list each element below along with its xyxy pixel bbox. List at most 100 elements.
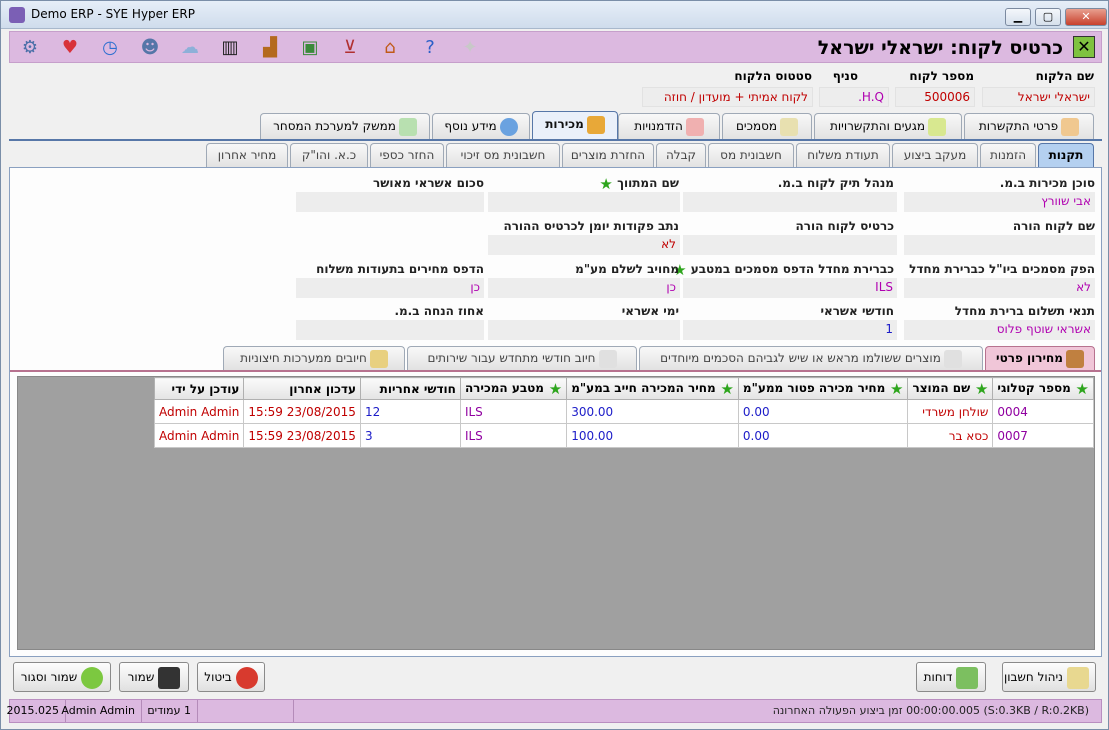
gear-icon[interactable]: ⚙ bbox=[18, 36, 42, 60]
arrows-icon bbox=[927, 117, 946, 136]
col-price-taxed[interactable]: ★ מחיר המכירה חייב במע"מ bbox=[566, 377, 739, 400]
customer-number-field[interactable]: 500006 bbox=[895, 87, 975, 107]
page-title: כרטיס לקוח: ישראלי ישראל bbox=[817, 37, 1063, 59]
cell-last-update[interactable]: 23/08/2015 15:59 bbox=[243, 423, 361, 448]
col-price-exempt[interactable]: ★ מחיר מכירה פטור ממע"מ bbox=[737, 377, 909, 400]
parent-card-field[interactable] bbox=[683, 235, 897, 255]
customer-name-field[interactable]: ישראלי ישראל bbox=[982, 87, 1095, 107]
cancel-button[interactable]: ביטול bbox=[197, 662, 265, 692]
default-currency-field[interactable]: ILS bbox=[683, 278, 897, 298]
basket-icon[interactable]: ⊻ bbox=[338, 36, 362, 60]
innertab-prepaid-products[interactable]: מוצרים ששולמו מראש או שיש לגביהם הסכמים … bbox=[639, 346, 983, 370]
subtab-delivery-note[interactable]: תעודת משלוח bbox=[796, 143, 890, 167]
status-field[interactable]: לקוח אמיתי + מועדון / חוזה bbox=[642, 87, 813, 107]
subtab-credit-cards[interactable]: כ.א. והו"ק bbox=[290, 143, 368, 167]
credit-amount-field[interactable] bbox=[296, 192, 484, 212]
subtab-credit-invoice[interactable]: חשבונית מס זיכוי bbox=[446, 143, 560, 167]
cell-price-exempt[interactable]: 0.00 bbox=[737, 423, 909, 448]
cell-warranty[interactable]: 12 bbox=[359, 399, 461, 424]
innertab-external-charges[interactable]: חיובים ממערכות חיצוניות bbox=[223, 346, 405, 370]
clock-icon[interactable]: ◷ bbox=[98, 36, 122, 60]
col-product-name[interactable]: ★ שם המוצר bbox=[907, 377, 994, 400]
gear-document-icon bbox=[598, 349, 617, 368]
tab-contact-details[interactable]: פרטי התקשרות bbox=[964, 113, 1094, 139]
status-pages: 1 עמודים bbox=[142, 700, 198, 722]
bulb-icon[interactable]: ✦ bbox=[458, 36, 482, 60]
user-icon[interactable]: ☻ bbox=[138, 36, 162, 60]
cell-warranty[interactable]: 3 bbox=[359, 423, 461, 448]
payment-terms-field[interactable]: אשראי שוטף פלוס bbox=[904, 320, 1095, 340]
subtab-orders[interactable]: הזמנות bbox=[980, 143, 1036, 167]
branch-field[interactable]: H.Q. bbox=[819, 87, 889, 107]
tab-opportunities[interactable]: הזדמנויות bbox=[618, 113, 720, 139]
print-prices-field[interactable]: כן bbox=[296, 278, 484, 298]
tab-label: מחירון פרטי bbox=[996, 351, 1063, 365]
subtab-refund[interactable]: החזר כספי bbox=[370, 143, 444, 167]
cell-currency[interactable]: ILS bbox=[459, 399, 568, 424]
button-label: דוחות bbox=[923, 670, 953, 684]
innertab-monthly-charge[interactable]: חיוב חודשי מתחדש עבור שירותים bbox=[407, 346, 637, 370]
subtab-regulations[interactable]: תקנות bbox=[1038, 143, 1094, 167]
col-currency[interactable]: ★ מטבע המכירה bbox=[459, 377, 568, 400]
tag-icon bbox=[685, 117, 704, 136]
sales-agent-field[interactable]: אבי שוורץ bbox=[904, 192, 1095, 212]
credit-days-field[interactable] bbox=[488, 320, 680, 340]
tab-documents[interactable]: מסמכים bbox=[722, 113, 812, 139]
subtab-tax-invoice[interactable]: חשבונית מס bbox=[708, 143, 794, 167]
account-manager-field[interactable] bbox=[683, 192, 897, 212]
cell-price-exempt[interactable]: 0.00 bbox=[737, 399, 909, 424]
tab-more-info[interactable]: מידע נוסף bbox=[432, 113, 530, 139]
money-icon[interactable]: ▣ bbox=[298, 36, 322, 60]
cell-updated-by[interactable]: Admin Admin bbox=[154, 399, 245, 424]
table-row[interactable]: 0007 כסא בר 0.00 100.00 ILS 3 23/08/2015… bbox=[154, 423, 1094, 448]
save-close-button[interactable]: שמור וסגור bbox=[13, 662, 111, 692]
subtab-product-returns[interactable]: החזרת מוצרים bbox=[562, 143, 654, 167]
factory-icon[interactable]: ▟ bbox=[258, 36, 282, 60]
maximize-button[interactable]: ▢ bbox=[1035, 8, 1061, 26]
cell-catalog[interactable]: 0004 bbox=[992, 399, 1094, 424]
required-star-icon: ★ bbox=[1075, 379, 1089, 398]
close-card-button[interactable]: ✕ bbox=[1073, 36, 1095, 58]
col-catalog-number[interactable]: ★ מספר קטלוגי bbox=[992, 377, 1094, 400]
innertab-private-pricelist[interactable]: מחירון פרטי bbox=[985, 346, 1095, 370]
tab-contacts-relations[interactable]: מגעים והתקשרויות bbox=[814, 113, 962, 139]
cloud-icon[interactable]: ☁ bbox=[178, 36, 202, 60]
parent-name-field[interactable] bbox=[904, 235, 1095, 255]
help-icon[interactable]: ? bbox=[418, 36, 442, 60]
heart-icon[interactable]: ♥ bbox=[58, 36, 82, 60]
tab-trade-interface[interactable]: ממשק למערכת המסחר bbox=[260, 113, 430, 139]
chart-icon bbox=[398, 117, 417, 136]
subtab-tracking[interactable]: מעקב ביצוע bbox=[892, 143, 978, 167]
cell-product[interactable]: כסא בר bbox=[907, 423, 994, 448]
minimize-button[interactable]: ▁ bbox=[1005, 8, 1031, 26]
col-last-update[interactable]: עדכון אחרון bbox=[243, 377, 361, 400]
reports-button[interactable]: דוחות bbox=[916, 662, 986, 692]
cell-updated-by[interactable]: Admin Admin bbox=[154, 423, 245, 448]
tab-sales[interactable]: מכירות bbox=[532, 111, 618, 139]
cell-currency[interactable]: ILS bbox=[459, 423, 568, 448]
save-button[interactable]: שמור bbox=[119, 662, 189, 692]
home-icon[interactable]: ⌂ bbox=[378, 36, 402, 60]
journal-field[interactable]: לא bbox=[488, 235, 680, 255]
status-empty bbox=[198, 700, 294, 722]
account-management-button[interactable]: ניהול חשבון bbox=[1002, 662, 1096, 692]
col-label: מטבע המכירה bbox=[464, 381, 544, 396]
export-docs-field[interactable]: לא bbox=[904, 278, 1095, 298]
cell-catalog[interactable]: 0007 bbox=[992, 423, 1094, 448]
col-warranty-months[interactable]: חודשי אחריות bbox=[359, 377, 461, 400]
cell-price-taxed[interactable]: 300.00 bbox=[566, 399, 739, 424]
close-window-button[interactable]: ✕ bbox=[1065, 8, 1107, 26]
recommender-field[interactable] bbox=[488, 192, 680, 212]
cell-product[interactable]: שולחן משרדי bbox=[907, 399, 994, 424]
payment-terms-label: תנאי תשלום ברירת מחדל bbox=[954, 304, 1095, 318]
subtab-receipt[interactable]: קבלה bbox=[656, 143, 706, 167]
credit-months-field[interactable]: 1 bbox=[683, 320, 897, 340]
table-row[interactable]: 0004 שולחן משרדי 0.00 300.00 ILS 12 23/0… bbox=[154, 399, 1094, 424]
subtab-last-price[interactable]: מחיר אחרון bbox=[206, 143, 288, 167]
cell-price-taxed[interactable]: 100.00 bbox=[566, 423, 739, 448]
cell-last-update[interactable]: 23/08/2015 15:59 bbox=[243, 399, 361, 424]
barcode-icon[interactable]: ▥ bbox=[218, 36, 242, 60]
col-updated-by[interactable]: עודכן על ידי bbox=[154, 377, 245, 400]
vat-field[interactable]: כן bbox=[488, 278, 680, 298]
discount-field[interactable] bbox=[296, 320, 484, 340]
